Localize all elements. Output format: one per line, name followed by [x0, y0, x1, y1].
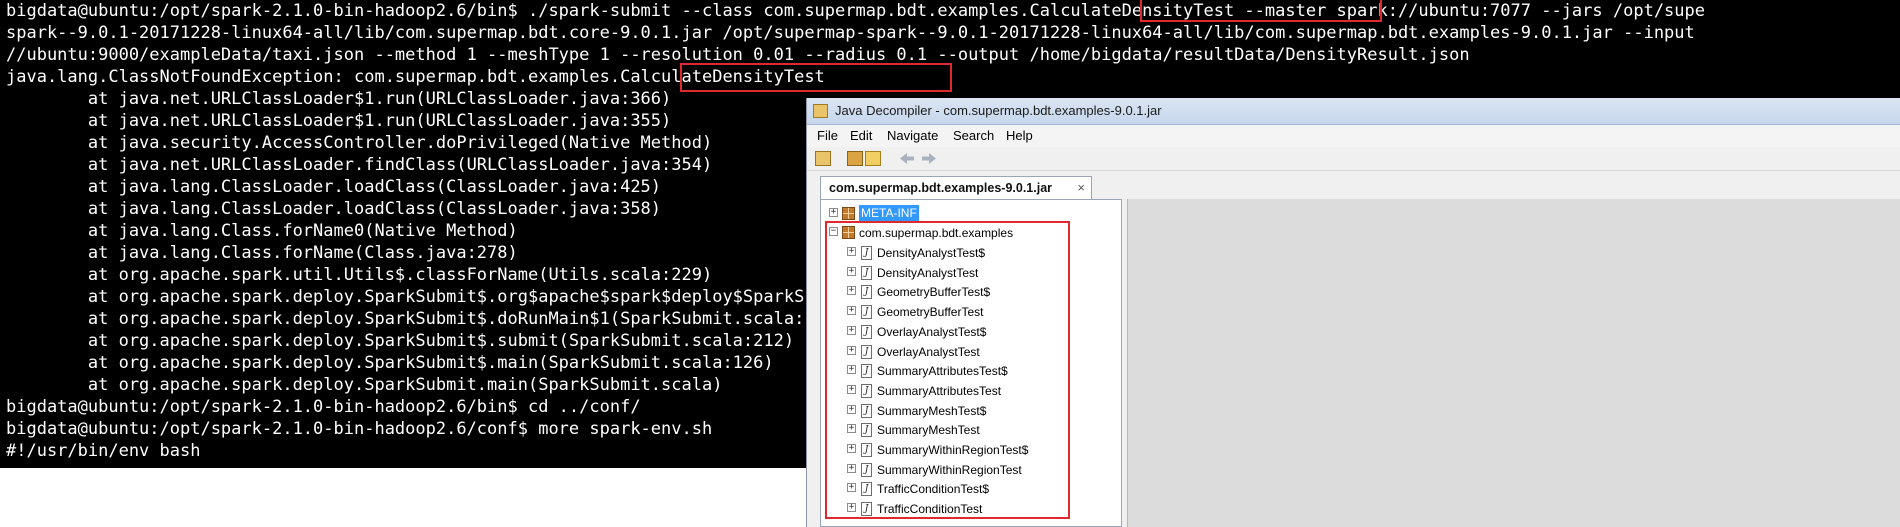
menu-file[interactable]: File [817, 128, 838, 143]
terminal-line-args: //ubuntu:9000/exampleData/taxi.json --me… [6, 45, 1470, 65]
tab-strip: com.supermap.bdt.examples-9.0.1.jar × [807, 171, 1900, 199]
open-type-icon[interactable] [847, 151, 863, 166]
tab-jar-file[interactable]: com.supermap.bdt.examples-9.0.1.jar × [820, 176, 1092, 199]
close-icon[interactable]: × [1077, 180, 1085, 195]
highlight-box-class-tree [825, 221, 1070, 519]
source-view-panel[interactable] [1127, 199, 1900, 527]
menu-bar: File Edit Navigate Search Help [807, 125, 1900, 147]
highlight-box-exception-class [680, 63, 952, 92]
search-type-icon[interactable] [865, 151, 881, 166]
tab-jar-label: com.supermap.bdt.examples-9.0.1.jar [829, 181, 1053, 195]
open-folder-icon[interactable] [815, 151, 831, 166]
back-arrow-icon[interactable] [899, 151, 915, 166]
toolbar [807, 147, 1900, 171]
menu-navigate[interactable]: Navigate [887, 128, 938, 143]
terminal-line-jars: spark--9.0.1-20171228-linux64-all/lib/co… [6, 23, 1695, 43]
package-icon [842, 207, 855, 220]
menu-edit[interactable]: Edit [850, 128, 872, 143]
terminal-line-exception: java.lang.ClassNotFoundException: com.su… [6, 67, 825, 87]
tree-item-label: META-INF [859, 205, 919, 222]
terminal-line-command: bigdata@ubuntu:/opt/spark-2.1.0-bin-hado… [6, 1, 1705, 21]
forward-arrow-icon[interactable] [921, 151, 937, 166]
java-decompiler-app-icon [813, 104, 828, 118]
expand-icon[interactable]: + [829, 208, 838, 217]
screenshot-stage: bigdata@ubuntu:/opt/spark-2.1.0-bin-hado… [0, 0, 1900, 527]
window-titlebar[interactable]: Java Decompiler - com.supermap.bdt.examp… [807, 98, 1900, 125]
highlight-box-command-class [1140, 0, 1382, 22]
window-title: Java Decompiler - com.supermap.bdt.examp… [835, 103, 1162, 118]
menu-help[interactable]: Help [1006, 128, 1033, 143]
menu-search[interactable]: Search [953, 128, 994, 143]
